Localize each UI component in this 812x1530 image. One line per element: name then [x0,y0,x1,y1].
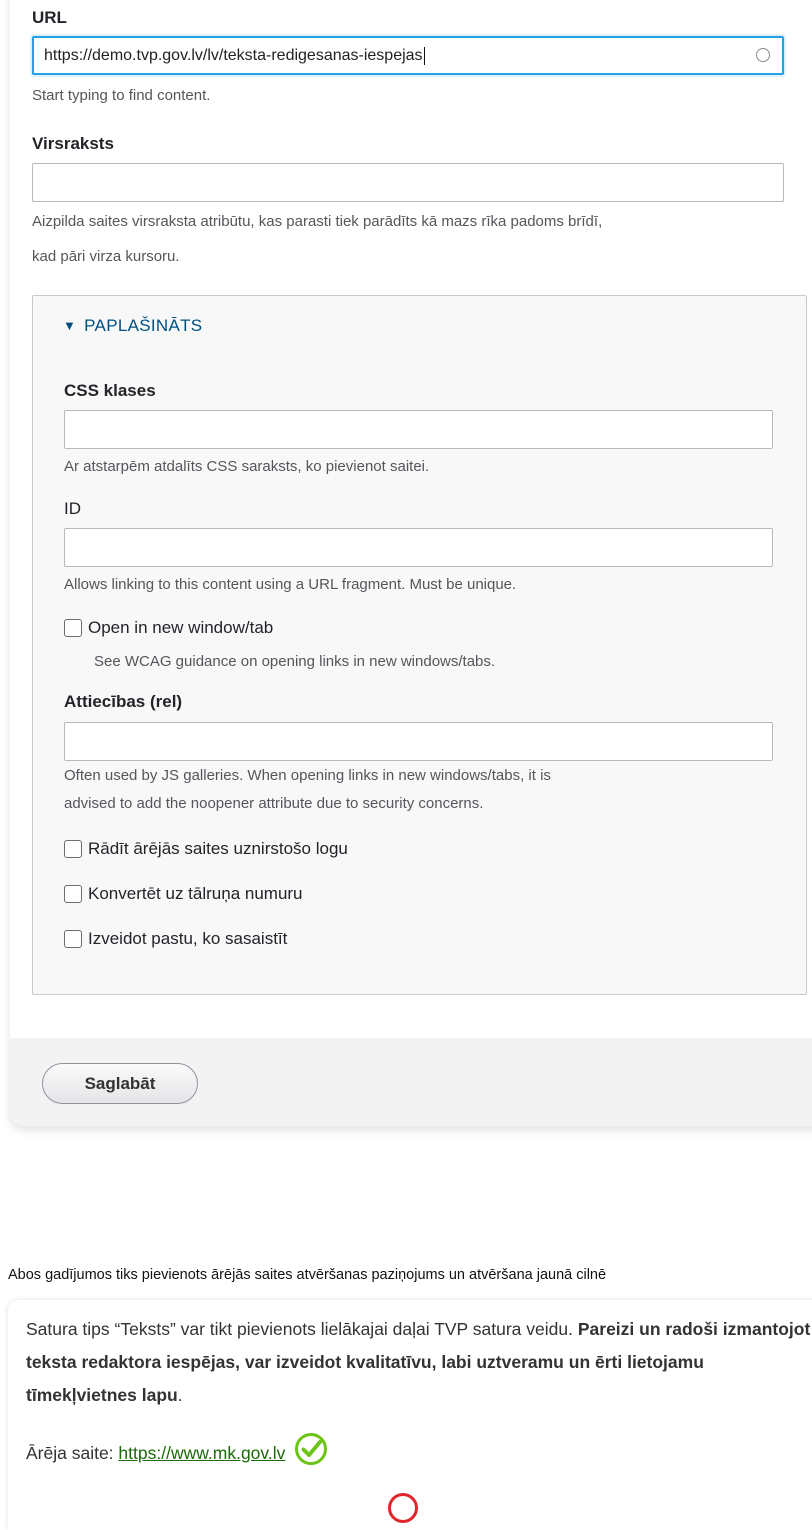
content-preview: Satura tips “Teksts” var tikt pievienots… [8,1300,812,1530]
title-input[interactable] [32,163,784,202]
mailto-checkbox[interactable] [64,930,82,948]
url-input[interactable]: https://demo.tvp.gov.lv/lv/teksta-redige… [32,36,784,75]
mailto-label: Izveidot pastu, ko sasaistīt [88,929,288,948]
external-link-label: Ārēja saite: [26,1443,114,1464]
mailto-option[interactable]: Izveidot pastu, ko sasaistīt [64,929,287,949]
preview-bold-text-1: Pareizi un [577,1319,661,1339]
phone-number-checkbox[interactable] [64,885,82,903]
id-label: ID [64,499,81,518]
rel-input[interactable] [64,722,773,761]
triangle-down-icon: ▼ [63,318,77,333]
external-popup-label: Rādīt ārējās saites uznirstošo logu [88,839,348,858]
external-link[interactable]: https://www.mk.gov.lv [118,1443,285,1463]
advanced-summary-toggle[interactable]: ▼ PAPLAŠINĀTS [63,316,202,336]
autocomplete-throbber-icon [756,48,770,62]
text-caret [423,46,425,65]
link-dialog: URL https://demo.tvp.gov.lv/lv/teksta-re… [10,0,812,1126]
check-circle-icon [294,1432,328,1477]
phone-number-label: Konvertēt uz tālruņa numuru [88,884,303,903]
url-help: Start typing to find content. [32,87,211,104]
css-classes-label: CSS klases [64,381,156,400]
preview-plain-text: Satura tips “Teksts” var tikt pievienots… [26,1319,573,1339]
external-popup-checkbox[interactable] [64,840,82,858]
phone-number-option[interactable]: Konvertēt uz tālruņa numuru [64,884,303,904]
url-label: URL [32,8,67,27]
rel-help-line-2: advised to add the noopener attribute du… [64,795,484,812]
advanced-summary-label: PAPLAŠINĀTS [84,316,203,335]
rel-label: Attiecības (rel) [64,692,183,711]
css-classes-help: Ar atstarpēm atdalīts CSS saraksts, ko p… [64,458,430,475]
external-popup-option[interactable]: Rādīt ārējās saites uznirstošo logu [64,839,348,859]
notice-text: Abos gadījumos tiks pievienots ārējās sa… [8,1267,607,1283]
new-window-help: See WCAG guidance on opening links in ne… [94,653,496,670]
url-input-value: https://demo.tvp.gov.lv/lv/teksta-redige… [44,47,423,64]
new-window-checkbox[interactable] [64,619,82,637]
preview-period: . [177,1385,183,1405]
title-help-line-1: Aizpilda saites virsraksta atribūtu, kas… [32,213,603,230]
title-help-line-2: kad pāri virza kursoru. [32,248,180,265]
dialog-footer: Saglabāt [10,1038,812,1126]
id-input[interactable] [64,528,773,567]
rel-help-line-1: Often used by JS galleries. When opening… [64,767,551,784]
advanced-details: ▼ PAPLAŠINĀTS CSS klases Ar atstarpēm atd… [32,295,807,995]
new-window-label: Open in new window/tab [88,618,274,637]
id-help: Allows linking to this content using a U… [64,576,517,593]
save-button[interactable]: Saglabāt [42,1063,198,1104]
title-label: Virsraksts [32,134,114,153]
new-window-option[interactable]: Open in new window/tab [64,618,273,638]
preview-paragraph: Satura tips “Teksts” var tikt pievienots… [26,1313,812,1412]
error-circle-icon [388,1493,418,1523]
external-link-line: Ārēja saite: https://www.mk.gov.lv [26,1432,812,1477]
css-classes-input[interactable] [64,410,773,449]
